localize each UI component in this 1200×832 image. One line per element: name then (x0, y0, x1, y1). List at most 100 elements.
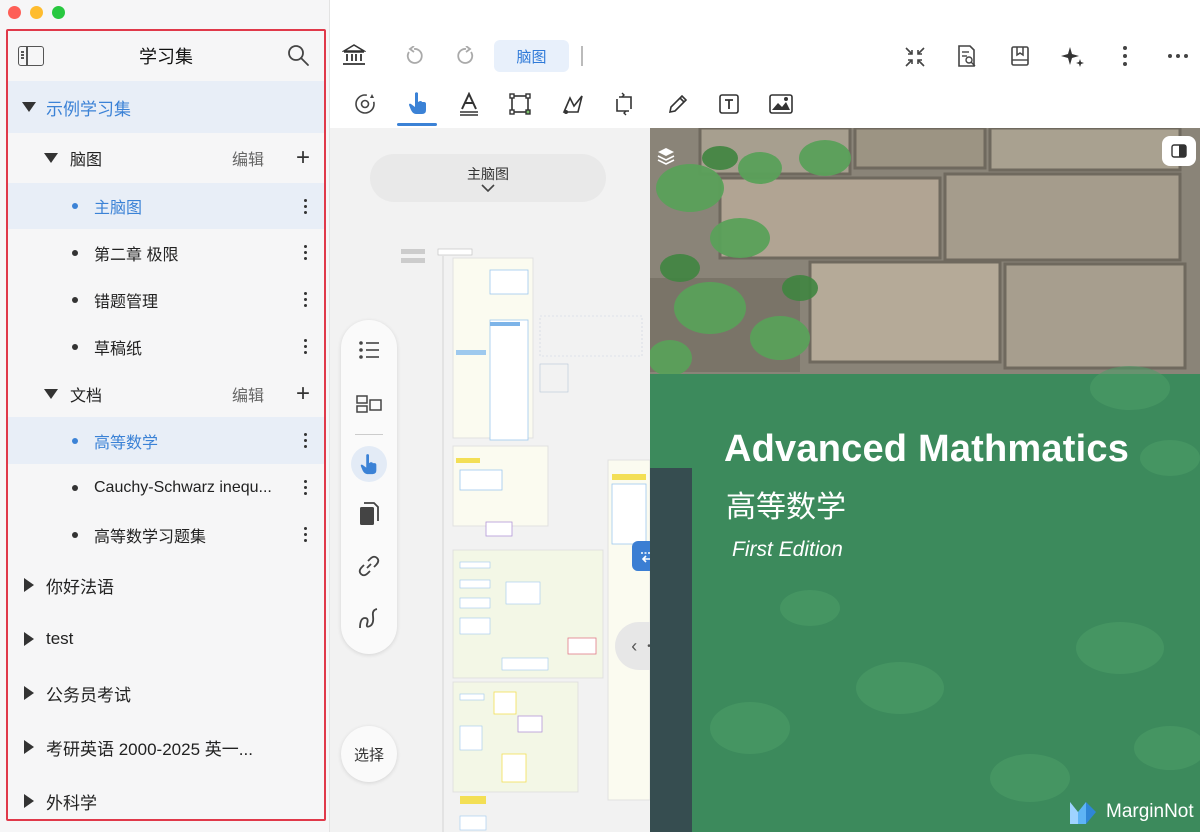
text-box-icon[interactable] (717, 92, 741, 116)
tree-item-document-selected[interactable]: 高等数学 (8, 417, 324, 464)
marginnote-logo-icon (1070, 802, 1096, 824)
undo-icon[interactable] (404, 46, 424, 66)
tree-item-label: 高等数学习题集 (94, 528, 207, 546)
more-options-icon[interactable] (304, 339, 308, 354)
active-tool-indicator (397, 123, 437, 126)
sidebar: 学习集 示例学习集 脑图 编辑 + 主脑图 第二章 极限 错题管理 草稿纸 文档… (0, 0, 330, 832)
edit-documents-button[interactable]: 编辑 (232, 382, 264, 406)
collapse-triangle-icon[interactable] (24, 578, 34, 592)
add-document-button[interactable]: + (296, 381, 310, 406)
more-options-icon[interactable] (304, 433, 308, 448)
expand-triangle-icon[interactable] (22, 102, 36, 112)
image-icon[interactable] (768, 93, 794, 115)
expand-triangle-icon[interactable] (44, 388, 58, 399)
close-window-button[interactable] (8, 6, 21, 19)
tree-item-label: 外科学 (46, 793, 97, 813)
rectangle-select-icon[interactable] (508, 92, 532, 116)
zoom-window-button[interactable] (52, 6, 65, 19)
cover-title-cn: 高等数学 (726, 491, 846, 524)
text-format-icon[interactable] (458, 92, 480, 116)
collapse-icon[interactable] (904, 46, 926, 68)
collapse-triangle-icon[interactable] (24, 632, 34, 646)
tree-group-label: 脑图 (70, 152, 103, 169)
link-icon[interactable] (357, 554, 381, 578)
lasso-icon[interactable] (560, 92, 586, 116)
search-icon[interactable] (286, 43, 310, 67)
more-options-icon[interactable] (304, 527, 308, 542)
tree-item-document[interactable]: 高等数学习题集 (8, 511, 324, 558)
more-options-icon[interactable] (304, 292, 308, 307)
tree-item-collection[interactable]: 公务员考试 (8, 666, 324, 720)
cover-illustration (650, 128, 1200, 832)
chevron-down-icon[interactable] (481, 184, 495, 192)
tree-item-document[interactable]: Cauchy-Schwarz inequ... (8, 464, 324, 511)
sidebar-header: 学习集 (8, 31, 324, 81)
tree-item-label: 示例学习集 (46, 99, 131, 119)
tree-item-collection[interactable]: 考研英语 2000-2025 英一... (8, 720, 324, 774)
handle-dot-icon: • (647, 641, 650, 652)
tree-item-label: 第二章 极限 (94, 246, 179, 264)
mindmap-pane[interactable]: 主脑图 选择 ‹ (330, 128, 650, 832)
tree-group-documents[interactable]: 文档 编辑 + (8, 370, 324, 417)
pencil-icon[interactable] (666, 92, 690, 116)
copy-documents-icon[interactable] (358, 502, 380, 526)
vertical-more-icon[interactable] (1122, 45, 1128, 67)
library-icon[interactable] (342, 44, 366, 66)
cover-edition: First Edition (732, 538, 843, 561)
ai-sparkle-icon[interactable] (1060, 44, 1086, 70)
redo-icon[interactable] (456, 46, 476, 66)
more-options-icon[interactable] (304, 245, 308, 260)
tree-item-label: test (46, 629, 74, 648)
more-options-icon[interactable] (304, 198, 308, 214)
layers-icon[interactable] (656, 146, 676, 166)
tree-item-main-mindmap[interactable]: 主脑图 (8, 183, 324, 229)
swap-panes-button[interactable] (632, 541, 650, 571)
crop-rotate-icon[interactable] (612, 91, 636, 117)
tree-item-collection[interactable]: test (8, 612, 324, 666)
select-mode-button[interactable]: 选择 (341, 726, 397, 782)
tree-item-collection[interactable]: 外科学 (8, 774, 324, 828)
collapse-triangle-icon[interactable] (24, 740, 34, 754)
minimize-window-button[interactable] (30, 6, 43, 19)
document-search-icon[interactable] (956, 44, 978, 68)
bullet-icon (72, 203, 78, 209)
more-icon[interactable] (1167, 53, 1189, 59)
mindmap-title: 主脑图 (467, 166, 509, 182)
bookmark-book-icon[interactable] (1010, 45, 1030, 67)
outline-list-icon[interactable] (358, 340, 380, 360)
freehand-curve-icon[interactable] (357, 606, 381, 632)
tree-item-mindmap[interactable]: 错题管理 (8, 276, 324, 323)
tab-mindmap[interactable]: 脑图 (494, 40, 569, 72)
expand-triangle-icon[interactable] (44, 153, 58, 163)
rotate-settings-icon[interactable] (352, 91, 378, 117)
tree-item-collection[interactable]: 你好法语 (8, 558, 324, 612)
add-mindmap-button[interactable]: + (296, 146, 310, 170)
layout-cards-icon[interactable] (356, 394, 382, 414)
more-options-icon[interactable] (304, 480, 308, 495)
edit-mindmaps-button[interactable]: 编辑 (232, 146, 264, 170)
tree-item-label: 你好法语 (46, 577, 114, 597)
collapse-triangle-icon[interactable] (24, 686, 34, 700)
collapse-triangle-icon[interactable] (24, 794, 34, 808)
sidebar-toggle-icon[interactable] (18, 46, 44, 66)
toggle-side-panel-button[interactable] (1162, 136, 1196, 166)
bullet-icon (72, 343, 78, 350)
brand-watermark: MarginNot (1068, 798, 1194, 826)
chevron-left-icon[interactable]: ‹ (631, 636, 637, 657)
mindmap-title-pill[interactable]: 主脑图 (370, 154, 606, 202)
tree-item-label: 高等数学 (94, 434, 159, 452)
pointer-hand-icon[interactable] (406, 90, 430, 116)
tree-item-mindmap[interactable]: 草稿纸 (8, 323, 324, 370)
pointer-hand-icon[interactable] (358, 452, 380, 476)
tree-item-label: 主脑图 (94, 200, 143, 217)
document-pane[interactable]: Advanced Mathmatics 高等数学 First Edition M… (650, 128, 1200, 832)
study-set-tree: 示例学习集 脑图 编辑 + 主脑图 第二章 极限 错题管理 草稿纸 文档 编辑 … (8, 81, 324, 828)
tree-group-mindmaps[interactable]: 脑图 编辑 + (8, 133, 324, 183)
sidebar-title: 学习集 (139, 47, 193, 67)
tree-item-label: 公务员考试 (46, 685, 131, 705)
dock-divider (355, 434, 383, 435)
tree-item-mindmap[interactable]: 第二章 极限 (8, 229, 324, 276)
toolbar-separator (581, 46, 583, 66)
tree-item-label: 错题管理 (94, 293, 159, 311)
tree-item-example-set[interactable]: 示例学习集 (8, 81, 324, 133)
